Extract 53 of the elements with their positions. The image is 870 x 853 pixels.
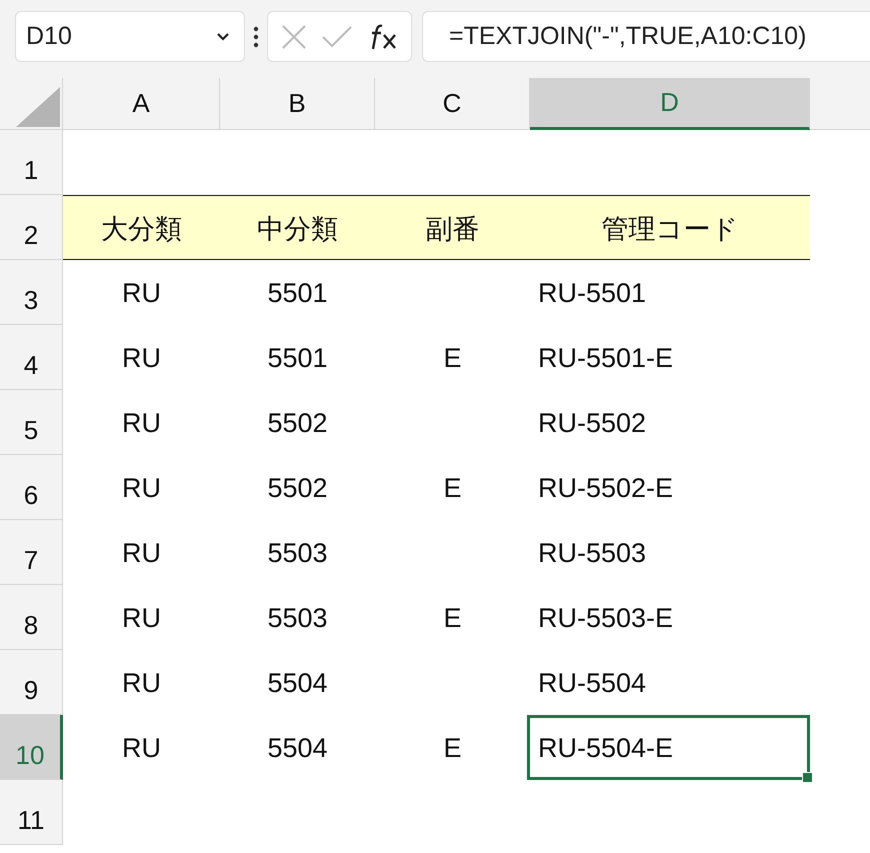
caret-icon xyxy=(216,32,230,41)
table-cell[interactable]: RU xyxy=(63,650,220,715)
row-header[interactable]: 2 xyxy=(0,195,63,260)
column-header[interactable]: D xyxy=(530,78,810,130)
table-cell[interactable]: E xyxy=(375,325,530,390)
table-cell[interactable]: E xyxy=(375,585,530,650)
table-cell[interactable]: RU xyxy=(63,585,220,650)
name-box[interactable]: D10 xyxy=(15,11,245,62)
table-cell[interactable]: 副番 xyxy=(375,195,530,260)
table-cell[interactable]: 5504 xyxy=(220,650,375,715)
column-header[interactable]: A xyxy=(63,78,220,130)
table-cell[interactable]: RU xyxy=(63,325,220,390)
table-cell[interactable]: E xyxy=(375,455,530,520)
table-cell[interactable]: E xyxy=(375,715,530,780)
table-cell[interactable]: RU-5502-E xyxy=(530,455,810,520)
check-icon[interactable] xyxy=(321,24,354,48)
row-header[interactable]: 9 xyxy=(0,650,63,715)
table-cell[interactable]: RU xyxy=(63,715,220,780)
table-cell[interactable]: 5503 xyxy=(220,520,375,585)
column-header[interactable]: C xyxy=(375,78,530,130)
row-header[interactable]: 4 xyxy=(0,325,63,390)
column-header[interactable]: B xyxy=(220,78,375,130)
table-cell[interactable]: RU-5503 xyxy=(530,520,810,585)
table-cell[interactable]: RU-5501-E xyxy=(530,325,810,390)
table-cell[interactable]: RU xyxy=(63,260,220,325)
table-cell[interactable]: RU-5503-E xyxy=(530,585,810,650)
row-header[interactable]: 7 xyxy=(0,520,63,585)
table-cell[interactable]: 5501 xyxy=(220,260,375,325)
table-cell[interactable]: RU-5504 xyxy=(530,650,810,715)
table-cell[interactable]: RU-5504-E xyxy=(527,715,810,780)
table-cell[interactable]: RU-5502 xyxy=(530,390,810,455)
row-header[interactable]: 5 xyxy=(0,390,63,455)
row-header[interactable]: 11 xyxy=(0,780,63,845)
row-header[interactable]: 6 xyxy=(0,455,63,520)
fill-handle[interactable] xyxy=(802,772,813,783)
row-header[interactable]: 1 xyxy=(0,130,63,195)
table-cell[interactable]: 5503 xyxy=(220,585,375,650)
table-cell[interactable]: 中分類 xyxy=(220,195,375,260)
more-icon[interactable] xyxy=(253,26,259,48)
table-cell[interactable]: 5502 xyxy=(220,390,375,455)
table-cell[interactable]: 5504 xyxy=(220,715,375,780)
row-header[interactable]: 8 xyxy=(0,585,63,650)
formula-field[interactable]: =TEXTJOIN("-",TRUE,A10:C10) xyxy=(422,11,870,62)
row-header[interactable]: 3 xyxy=(0,260,63,325)
table-cell[interactable]: 5501 xyxy=(220,325,375,390)
table-cell[interactable]: 5502 xyxy=(220,455,375,520)
table-cell[interactable]: RU xyxy=(63,455,220,520)
row-header[interactable]: 10 xyxy=(0,715,63,780)
table-cell[interactable]: RU xyxy=(63,520,220,585)
table-cell[interactable]: RU xyxy=(63,390,220,455)
table-cell[interactable]: RU-5501 xyxy=(530,260,810,325)
table-cell[interactable]: 管理コード xyxy=(530,195,810,260)
table-cell[interactable]: 大分類 xyxy=(63,195,220,260)
